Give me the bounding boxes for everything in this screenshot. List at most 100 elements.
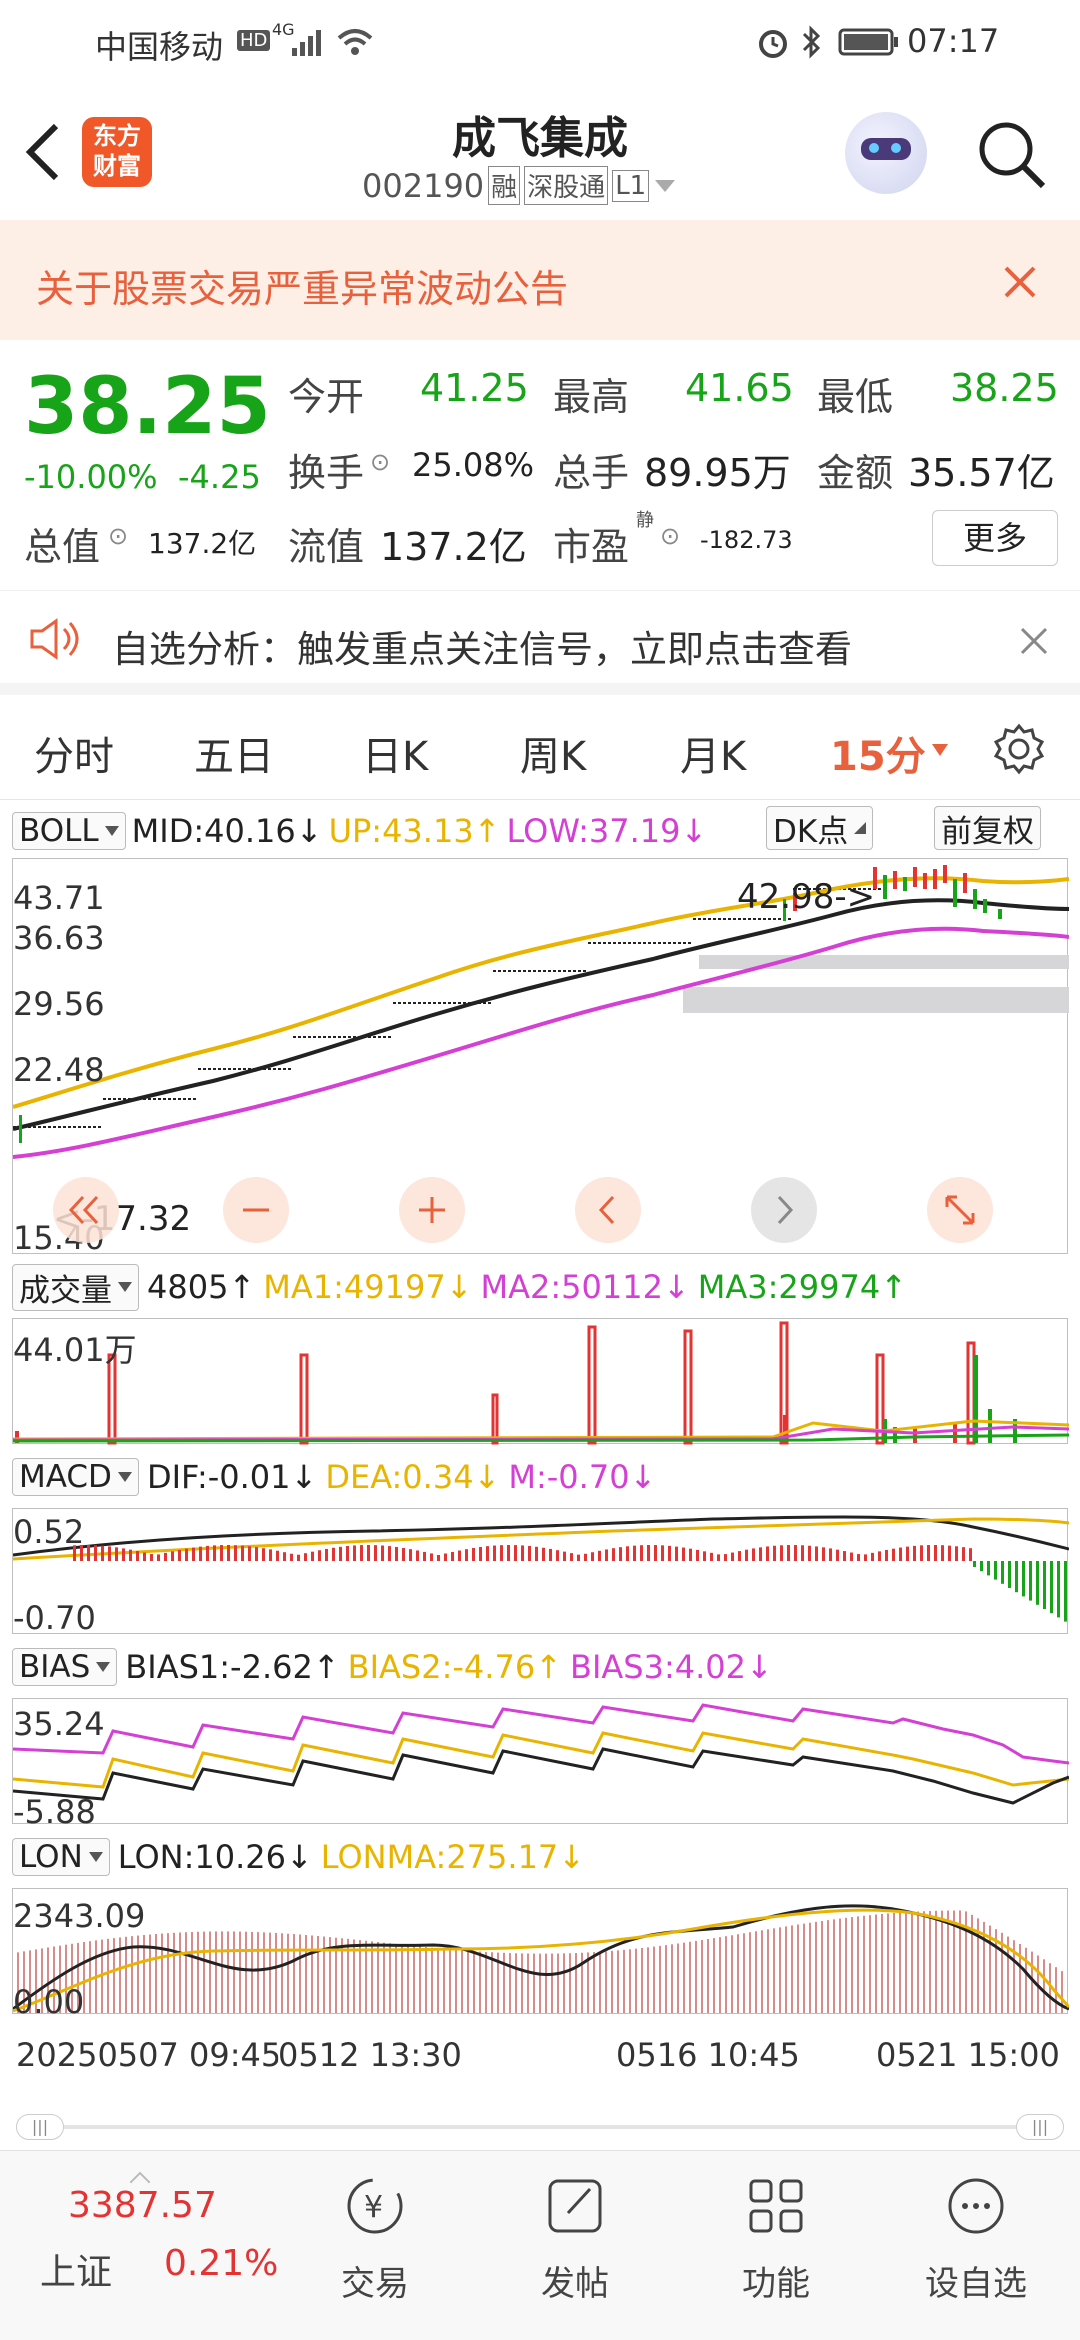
chevron-down-icon <box>655 179 676 192</box>
search-icon[interactable] <box>975 118 1049 192</box>
robot-assistant-icon[interactable] <box>845 112 927 194</box>
lon-histogram-bar <box>89 1941 91 2013</box>
macd-histogram-bar <box>941 1545 944 1561</box>
settings-gear-icon[interactable] <box>992 722 1046 776</box>
watchlist-analysis-bar[interactable]: 自选分析：触发重点关注信号，立即点击查看 <box>0 590 1080 695</box>
info-icon[interactable]: ⊙ <box>370 448 390 476</box>
scroll-right-button[interactable] <box>751 1177 817 1243</box>
info-icon[interactable]: ⊙ <box>660 522 680 550</box>
lon-histogram-bar <box>263 1932 265 2013</box>
range-start-handle[interactable]: ||| <box>16 2114 64 2140</box>
price-adjust-select[interactable]: 前复权 <box>934 806 1041 850</box>
macd-histogram-bar <box>542 1547 545 1561</box>
macd-histogram-bar <box>899 1547 902 1561</box>
macd-histogram-bar <box>871 1552 874 1561</box>
scroll-left-fast-button[interactable] <box>53 1177 119 1243</box>
macd-histogram-bar <box>346 1546 349 1561</box>
add-to-watchlist-button[interactable]: 设自选 <box>876 2171 1076 2305</box>
change-amount: -4.25 <box>178 458 261 496</box>
tab-daily-k[interactable]: 日K <box>362 724 428 782</box>
tab-15min[interactable]: 15分 <box>830 724 926 782</box>
post-button[interactable]: 发帖 <box>475 2171 675 2305</box>
dk-points-toggle[interactable]: DK点 <box>766 806 874 850</box>
lon-histogram-bar <box>503 1952 505 2013</box>
lon-histogram-bar <box>1025 1947 1027 2013</box>
macd-histogram-bar <box>402 1547 405 1561</box>
macd-histogram-bar <box>1036 1561 1039 1605</box>
macd-histogram-bar <box>843 1551 846 1561</box>
bias-indicator-select[interactable]: BIAS <box>12 1648 118 1686</box>
lon-histogram-bar <box>251 1931 253 2013</box>
stock-code-row[interactable]: 002190 融 深股通 L1 <box>362 166 677 205</box>
bias-chart[interactable]: 35.24 -5.88 <box>12 1698 1069 1831</box>
macd-histogram-bar <box>87 1545 90 1561</box>
tag-margin: 融 <box>488 166 521 205</box>
macd-histogram-bar <box>178 1549 181 1561</box>
macd-histogram-bar <box>892 1548 895 1561</box>
lon-histogram-bar <box>611 1950 613 2013</box>
macd-histogram-bar <box>1001 1561 1004 1584</box>
volume-y-label: 44.01万 <box>13 1331 137 1369</box>
trade-button[interactable]: ¥ 交易 <box>275 2171 475 2305</box>
macd-indicator-select[interactable]: MACD <box>12 1458 139 1496</box>
close-icon[interactable] <box>1000 262 1040 302</box>
volume-chart[interactable]: 44.01万 <box>12 1318 1069 1445</box>
range-end-handle[interactable]: ||| <box>1016 2114 1064 2140</box>
macd-histogram-bar <box>227 1545 230 1561</box>
boll-indicator-select[interactable]: BOLL <box>12 812 126 850</box>
candlestick-chart[interactable]: 43.71 36.63 29.56 22.48 15.40 42.98-> <-… <box>12 858 1069 1257</box>
lon-histogram-bar <box>767 1929 769 2013</box>
lon-histogram-bar <box>515 1953 517 2013</box>
lon-histogram-bar <box>935 1910 937 2013</box>
macd-histogram-bar <box>374 1545 377 1561</box>
macd-histogram-bar <box>1022 1561 1025 1597</box>
macd-histogram-bar <box>612 1548 615 1561</box>
macd-histogram-bar <box>885 1549 888 1561</box>
macd-histogram-bar <box>1057 1561 1060 1618</box>
lon-histogram-bar <box>167 1933 169 2013</box>
tab-monthly-k[interactable]: 月K <box>680 724 746 782</box>
volume-indicator-select[interactable]: 成交量 <box>12 1263 139 1311</box>
macd-histogram-bar <box>143 1552 146 1561</box>
macd-histogram-bar <box>920 1545 923 1561</box>
more-button[interactable]: 更多 <box>932 510 1058 566</box>
bottom-navigation: 3387.57 上证 0.21% ¥ 交易 发帖 功能 设自选 <box>0 2150 1080 2340</box>
functions-button[interactable]: 功能 <box>676 2171 876 2305</box>
tab-weekly-k[interactable]: 周K <box>520 724 586 782</box>
x-axis-label: 0521 15:00 <box>876 2036 1060 2074</box>
lon-histogram-bar <box>401 1944 403 2013</box>
lon-histogram-bar <box>539 1953 541 2013</box>
macd-histogram-bar <box>108 1546 111 1561</box>
zoom-in-button[interactable] <box>399 1177 465 1243</box>
tag-level: L1 <box>612 169 650 202</box>
lon-histogram-bar <box>425 1947 427 2013</box>
macd-chart[interactable]: 0.52 -0.70 <box>12 1508 1069 1637</box>
macd-histogram-bar <box>514 1545 517 1561</box>
lon-chart[interactable]: 2343.09 0.00 <box>12 1888 1069 2021</box>
y-axis-label: 43.71 <box>13 879 105 917</box>
fullscreen-button[interactable] <box>927 1177 993 1243</box>
scroll-left-button[interactable] <box>575 1177 641 1243</box>
zoom-out-button[interactable] <box>223 1177 289 1243</box>
lon-histogram-bar <box>257 1932 259 2013</box>
y-axis-label: 22.48 <box>13 1051 105 1089</box>
lon-histogram-bar <box>179 1932 181 2013</box>
info-icon[interactable]: ⊙ <box>108 522 128 550</box>
lon-histogram-bar <box>923 1911 925 2013</box>
macd-histogram-bar <box>994 1561 997 1580</box>
lon-histogram-bar <box>197 1931 199 2013</box>
tab-intraday[interactable]: 分时 <box>34 724 114 782</box>
macd-histogram-bar <box>206 1545 209 1561</box>
lon-indicator-select[interactable]: LON <box>12 1838 110 1876</box>
announcement-banner[interactable]: 关于股票交易严重异常波动公告 <box>0 220 1080 340</box>
macd-histogram-bar <box>577 1554 580 1561</box>
chart-range-scrollbar[interactable]: ||| ||| <box>16 2112 1064 2142</box>
close-icon[interactable] <box>1018 625 1050 657</box>
tab-five-day[interactable]: 五日 <box>194 724 274 782</box>
up-arrow-icon <box>130 2171 150 2183</box>
index-ticker[interactable]: 3387.57 上证 0.21% <box>20 2171 280 2321</box>
status-bar: 中国移动 HD 4G 07:17 <box>0 0 1080 84</box>
lon-histogram-bar <box>521 1953 523 2013</box>
lon-histogram-bar <box>299 1934 301 2013</box>
macd-histogram-bar <box>479 1546 482 1561</box>
